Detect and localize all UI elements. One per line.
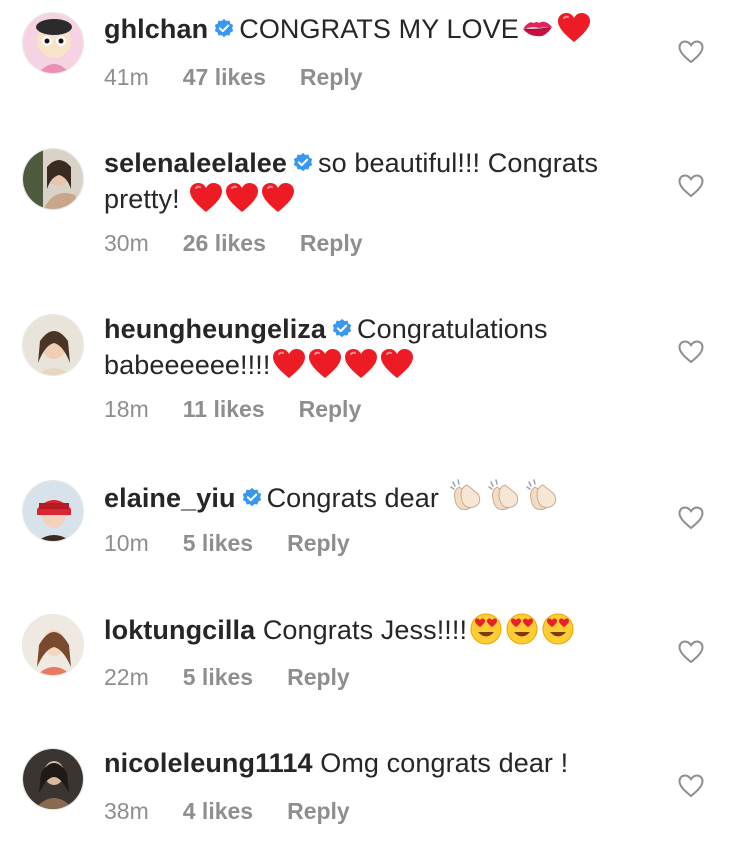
comment-body: nicoleleung1114 Omg congrats dear ! (104, 747, 664, 780)
username[interactable]: ghlchan (104, 14, 208, 44)
comment-meta: 38m 4 likes Reply (104, 798, 350, 825)
red-heart-icon (557, 12, 591, 52)
heart-eyes-icon (505, 613, 539, 653)
comment-body: heungheungeliza Congratulations babeeeeee… (104, 313, 664, 388)
red-heart-icon (344, 348, 378, 388)
comment-body: selenaleelalee so beautiful!!! Congrats p… (104, 147, 664, 222)
kiss-mark-icon (521, 14, 555, 52)
reply-button[interactable]: Reply (299, 396, 362, 423)
red-heart-icon (225, 182, 259, 222)
likes-count[interactable]: 47 likes (183, 64, 266, 91)
reply-button[interactable]: Reply (287, 530, 350, 557)
comment-body: elaine_yiu Congrats dear (104, 479, 664, 521)
reply-button[interactable]: Reply (300, 230, 363, 257)
comment-meta: 30m 26 likes Reply (104, 230, 363, 257)
verified-badge-icon (213, 15, 235, 48)
heart-eyes-icon (541, 613, 575, 653)
verified-badge-icon (241, 484, 263, 517)
heart-outline-icon[interactable] (678, 40, 704, 64)
heart-outline-icon[interactable] (678, 640, 704, 664)
red-heart-icon (272, 348, 306, 388)
red-heart-icon (261, 182, 295, 222)
avatar[interactable] (22, 480, 84, 542)
likes-count[interactable]: 5 likes (183, 530, 253, 557)
likes-count[interactable]: 26 likes (183, 230, 266, 257)
avatar[interactable] (22, 148, 84, 210)
heart-eyes-icon (469, 613, 503, 653)
avatar[interactable] (22, 748, 84, 810)
username[interactable]: loktungcilla (104, 615, 255, 645)
reply-button[interactable]: Reply (287, 798, 350, 825)
likes-count[interactable]: 11 likes (183, 396, 265, 423)
username[interactable]: nicoleleung1114 (104, 748, 313, 778)
comment-body: ghlchan CONGRATS MY LOVE (104, 12, 664, 52)
clapping-hands-icon (487, 479, 523, 521)
timestamp: 41m (104, 64, 149, 90)
timestamp: 22m (104, 664, 149, 690)
likes-count[interactable]: 5 likes (183, 664, 253, 691)
avatar[interactable] (22, 12, 84, 74)
red-heart-icon (380, 348, 414, 388)
comment-text: Congrats dear (266, 483, 439, 513)
comment-meta: 10m 5 likes Reply (104, 530, 350, 557)
verified-badge-icon (331, 315, 353, 348)
red-heart-icon (308, 348, 342, 388)
avatar[interactable] (22, 314, 84, 376)
comment-meta: 22m 5 likes Reply (104, 664, 350, 691)
timestamp: 10m (104, 530, 149, 556)
avatar[interactable] (22, 614, 84, 676)
heart-outline-icon[interactable] (678, 174, 704, 198)
timestamp: 18m (104, 396, 149, 422)
timestamp: 30m (104, 230, 149, 256)
timestamp: 38m (104, 798, 149, 824)
reply-button[interactable]: Reply (287, 664, 350, 691)
comment-body: loktungcilla Congrats Jess!!!! (104, 613, 664, 653)
likes-count[interactable]: 4 likes (183, 798, 253, 825)
username[interactable]: heungheungeliza (104, 314, 326, 344)
heart-outline-icon[interactable] (678, 340, 704, 364)
username[interactable]: selenaleelalee (104, 148, 287, 178)
clapping-hands-icon (449, 479, 485, 521)
clapping-hands-icon (525, 479, 561, 521)
comment-text: Congrats Jess!!!! (262, 615, 468, 645)
comment-meta: 41m 47 likes Reply (104, 64, 363, 91)
comment-meta: 18m 11 likes Reply (104, 396, 361, 423)
heart-outline-icon[interactable] (678, 774, 704, 798)
reply-button[interactable]: Reply (300, 64, 363, 91)
red-heart-icon (189, 182, 223, 222)
comment-text: CONGRATS MY LOVE (239, 14, 519, 44)
username[interactable]: elaine_yiu (104, 483, 236, 513)
comment-text: Omg congrats dear ! (320, 748, 569, 778)
heart-outline-icon[interactable] (678, 506, 704, 530)
verified-badge-icon (292, 149, 314, 182)
